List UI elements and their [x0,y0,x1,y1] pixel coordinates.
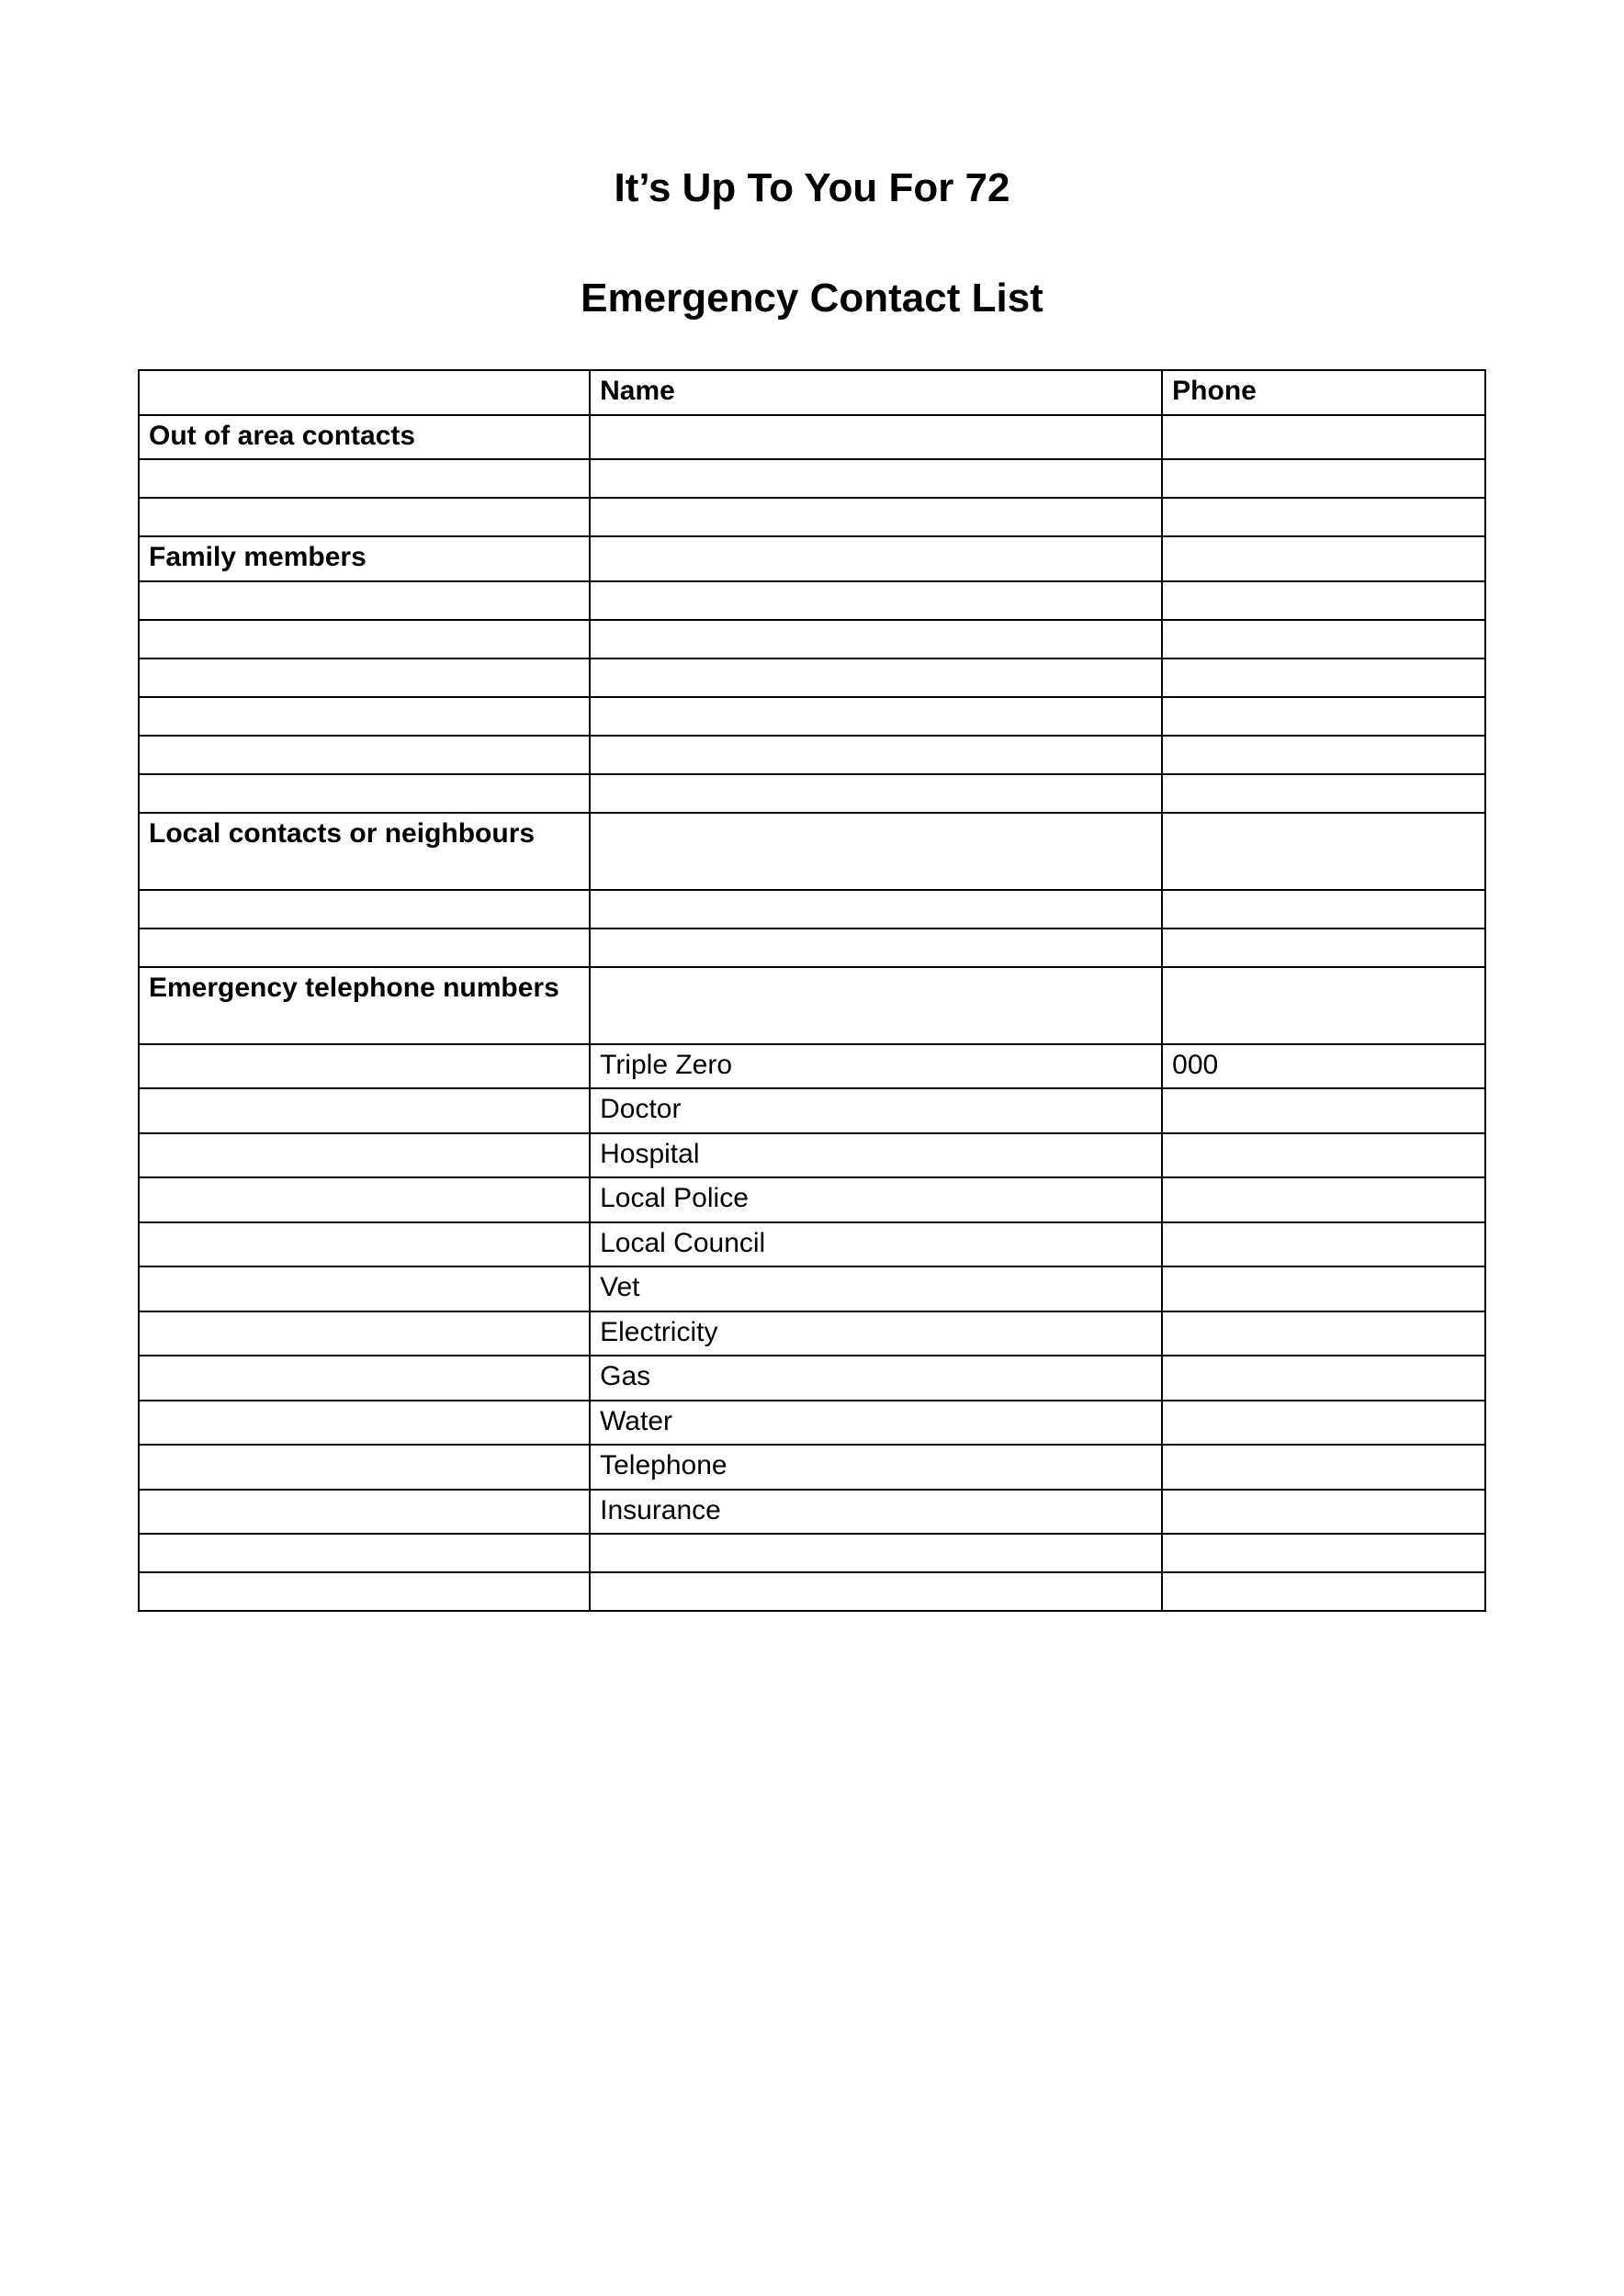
emergency-row: Local Council [139,1222,1485,1267]
section-family: Family members [139,536,1485,581]
cell-label [139,1177,590,1222]
cell-name: Vet [590,1266,1162,1311]
section-label: Emergency telephone numbers [139,967,590,1044]
cell-label [139,1311,590,1356]
cell-phone [1162,1356,1485,1401]
page-title-1: It’s Up To You For 72 [138,165,1486,211]
cell-phone [1162,1222,1485,1267]
header-col1 [139,370,590,415]
blank-row [139,736,1485,774]
emergency-row: Hospital [139,1133,1485,1178]
header-row: Name Phone [139,370,1485,415]
cell-label [139,1356,590,1401]
blank-row [139,620,1485,658]
section-label: Out of area contacts [139,415,590,460]
section-label: Local contacts or neighbours [139,813,590,890]
section-emergency: Emergency telephone numbers [139,967,1485,1044]
blank-row [139,581,1485,620]
cell-name: Doctor [590,1088,1162,1133]
blank-row [139,658,1485,697]
cell-phone [1162,1088,1485,1133]
cell-name: Gas [590,1356,1162,1401]
blank-row [139,1572,1485,1611]
table-body: Name Phone Out of area contacts Family m… [139,370,1485,1611]
header-col3: Phone [1162,370,1485,415]
cell-label [139,1490,590,1535]
contact-table: Name Phone Out of area contacts Family m… [138,369,1486,1612]
blank-row [139,1534,1485,1572]
cell-label [139,1133,590,1178]
cell-label [139,1401,590,1446]
header-col2: Name [590,370,1162,415]
section-label: Family members [139,536,590,581]
cell-label [139,1445,590,1490]
cell-name: Triple Zero [590,1044,1162,1089]
cell-label [139,1044,590,1089]
cell-name: Insurance [590,1490,1162,1535]
blank-row [139,459,1485,498]
cell-label [139,1266,590,1311]
emergency-row: Triple Zero 000 [139,1044,1485,1089]
cell [590,415,1162,460]
cell-label [139,1222,590,1267]
blank-row [139,498,1485,536]
cell-phone [1162,1266,1485,1311]
cell-phone [1162,1133,1485,1178]
cell-name: Water [590,1401,1162,1446]
cell [590,967,1162,1044]
cell-name: Electricity [590,1311,1162,1356]
blank-row [139,929,1485,967]
emergency-row: Vet [139,1266,1485,1311]
cell-name: Hospital [590,1133,1162,1178]
emergency-row: Electricity [139,1311,1485,1356]
blank-row [139,774,1485,813]
section-local: Local contacts or neighbours [139,813,1485,890]
emergency-row: Doctor [139,1088,1485,1133]
cell [1162,536,1485,581]
cell-name: Local Council [590,1222,1162,1267]
cell [1162,813,1485,890]
cell-phone [1162,1490,1485,1535]
cell-phone [1162,1177,1485,1222]
emergency-row: Water [139,1401,1485,1446]
blank-row [139,697,1485,736]
cell-phone [1162,1311,1485,1356]
cell-phone: 000 [1162,1044,1485,1089]
emergency-row: Telephone [139,1445,1485,1490]
cell [1162,415,1485,460]
cell [590,536,1162,581]
emergency-row: Insurance [139,1490,1485,1535]
cell [1162,967,1485,1044]
cell-phone [1162,1401,1485,1446]
blank-row [139,890,1485,929]
emergency-row: Gas [139,1356,1485,1401]
cell-label [139,1088,590,1133]
emergency-row: Local Police [139,1177,1485,1222]
cell-phone [1162,1445,1485,1490]
cell-name: Local Police [590,1177,1162,1222]
cell [590,813,1162,890]
cell-name: Telephone [590,1445,1162,1490]
section-out-of-area: Out of area contacts [139,415,1485,460]
page-title-2: Emergency Contact List [138,276,1486,321]
